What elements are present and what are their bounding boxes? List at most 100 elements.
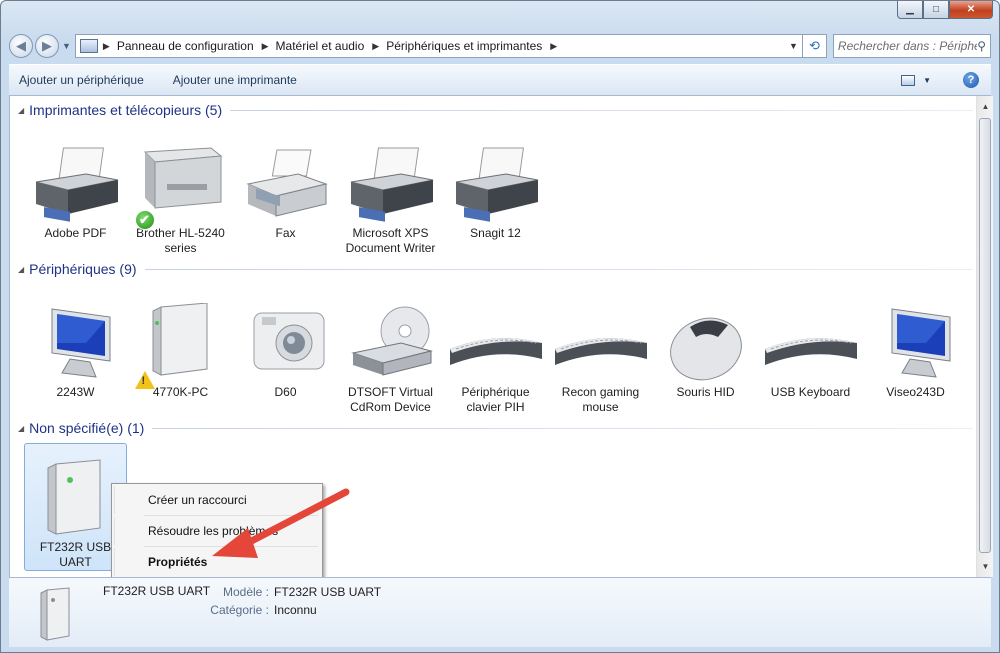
search-box[interactable]: ⚲	[832, 34, 991, 58]
group-title: Non spécifié(e) (1)	[29, 420, 145, 436]
add-printer-button[interactable]: Ajouter une imprimante	[173, 73, 297, 87]
device-item-dtsoft-cdrom[interactable]: DTSOFT Virtual CdRom Device	[338, 303, 443, 415]
caption-buttons: ▁ □ ✕	[897, 1, 993, 19]
device-label: Adobe PDF	[44, 226, 107, 240]
device-item-microsoft-xps[interactable]: Microsoft XPS Document Writer	[338, 144, 443, 256]
warning-icon: !	[134, 371, 155, 389]
device-item-4770k-pc[interactable]: ! 4770K-PC	[128, 302, 233, 400]
menu-item-properties[interactable]: Propriétés	[114, 548, 320, 576]
printer-icon	[341, 144, 441, 226]
group-header-printers[interactable]: ◢ Imprimantes et télécopieurs (5)	[10, 100, 973, 120]
usb-device-icon	[35, 586, 75, 642]
cdrom-drive-icon	[341, 303, 441, 385]
details-category-label: Catégorie :	[210, 603, 269, 617]
breadcrumb-control-panel[interactable]: Panneau de configuration	[117, 39, 254, 53]
device-label: Brother HL-5240 series	[136, 226, 225, 255]
device-label: Recon gaming mouse	[561, 385, 640, 414]
scroll-down-icon[interactable]: ▼	[977, 558, 994, 575]
device-label: USB Keyboard	[770, 385, 851, 399]
device-item-viseo243d[interactable]: Viseo243D	[863, 303, 968, 400]
device-label: Microsoft XPS Document Writer	[345, 226, 436, 255]
group-divider	[144, 268, 973, 270]
breadcrumb-hardware-sound[interactable]: Matériel et audio	[276, 39, 365, 53]
device-item-adobe-pdf[interactable]: Adobe PDF	[23, 144, 128, 241]
view-options-chevron-icon[interactable]: ▼	[923, 76, 931, 85]
device-label: D60	[274, 385, 297, 399]
device-label: Périphérique clavier PIH	[461, 385, 530, 414]
details-model-value: FT232R USB UART	[274, 585, 382, 599]
device-item-snagit[interactable]: Snagit 12	[443, 144, 548, 241]
control-panel-icon	[79, 39, 98, 53]
minimize-button[interactable]: ▁	[897, 1, 923, 19]
laser-printer-icon: ✔	[131, 144, 231, 230]
device-label: Snagit 12	[470, 226, 521, 240]
printer-icon	[446, 144, 546, 226]
vertical-scrollbar[interactable]: ▲ ▼	[976, 96, 993, 577]
device-label: Fax	[275, 226, 296, 240]
status-ok-icon: ✔	[134, 210, 155, 230]
chevron-right-icon[interactable]: ▶	[372, 41, 379, 52]
context-menu: Créer un raccourci Résoudre les problème…	[111, 483, 323, 579]
scroll-up-icon[interactable]: ▲	[977, 98, 994, 115]
keyboard-icon	[551, 303, 651, 385]
device-item-souris-hid[interactable]: Souris HID	[653, 303, 758, 400]
keyboard-icon	[761, 303, 861, 385]
keyboard-icon	[446, 303, 546, 385]
devices-printers-window: ▁ □ ✕ ◀ ▶ ▼ ▶ Panneau de configuration ▶…	[0, 0, 1000, 653]
device-item-d60[interactable]: D60	[233, 303, 338, 400]
device-label: 2243W	[56, 385, 95, 399]
camera-icon	[236, 303, 336, 385]
chevron-right-icon[interactable]: ▶	[262, 41, 269, 52]
group-header-devices[interactable]: ◢ Périphériques (9)	[10, 259, 973, 279]
recent-pages-chevron-icon[interactable]: ▼	[62, 41, 71, 51]
printer-icon	[26, 144, 126, 226]
add-device-button[interactable]: Ajouter un périphérique	[19, 73, 144, 87]
back-button[interactable]: ◀	[9, 34, 33, 58]
device-item-2243w[interactable]: 2243W	[23, 303, 128, 400]
fax-icon	[236, 144, 336, 226]
search-icon[interactable]: ⚲	[977, 39, 986, 53]
address-bar[interactable]: ▶ Panneau de configuration ▶ Matériel et…	[74, 34, 803, 58]
help-icon[interactable]: ?	[963, 72, 979, 88]
device-item-pih-keyboard[interactable]: Périphérique clavier PIH	[443, 303, 548, 415]
monitor-icon	[26, 303, 126, 385]
mouse-icon	[656, 303, 756, 385]
device-item-usb-keyboard[interactable]: USB Keyboard	[758, 303, 863, 400]
menu-item-troubleshoot[interactable]: Résoudre les problèmes	[114, 517, 320, 545]
computer-tower-icon: !	[131, 302, 231, 389]
command-bar: Ajouter un périphérique Ajouter une impr…	[9, 64, 991, 96]
collapse-triangle-icon[interactable]: ◢	[18, 106, 24, 115]
chevron-right-icon[interactable]: ▶	[103, 41, 110, 52]
scrollbar-thumb[interactable]	[979, 118, 991, 553]
device-item-recon-mouse[interactable]: Recon gaming mouse	[548, 303, 653, 415]
group-header-unspecified[interactable]: ◢ Non spécifié(e) (1)	[10, 418, 973, 438]
address-dropdown-icon[interactable]: ▼	[789, 41, 798, 51]
details-pane: FT232R USB UART Modèle : FT232R USB UART…	[9, 577, 991, 647]
menu-separator	[144, 546, 318, 547]
search-input[interactable]	[837, 39, 978, 53]
group-divider	[230, 109, 973, 111]
change-view-icon[interactable]	[901, 74, 916, 86]
forward-button[interactable]: ▶	[35, 34, 59, 58]
group-title: Imprimantes et télécopieurs (5)	[29, 102, 223, 118]
group-divider	[152, 427, 973, 429]
navigation-bar: ◀ ▶ ▼ ▶ Panneau de configuration ▶ Matér…	[9, 31, 991, 61]
chevron-right-icon[interactable]: ▶	[550, 41, 557, 52]
details-model-label: Modèle :	[222, 585, 269, 599]
device-label: Viseo243D	[886, 385, 945, 399]
menu-item-create-shortcut[interactable]: Créer un raccourci	[114, 486, 320, 514]
refresh-button[interactable]: ⟲	[802, 34, 827, 58]
collapse-triangle-icon[interactable]: ◢	[18, 424, 24, 433]
device-label: Souris HID	[676, 385, 735, 399]
details-category-value: Inconnu	[274, 603, 317, 617]
breadcrumb-devices-printers[interactable]: Périphériques et imprimantes	[386, 39, 542, 53]
collapse-triangle-icon[interactable]: ◢	[18, 265, 24, 274]
close-button[interactable]: ✕	[949, 1, 993, 19]
maximize-button[interactable]: □	[923, 1, 949, 19]
group-title: Périphériques (9)	[29, 261, 137, 277]
monitor-icon	[866, 303, 966, 385]
device-item-brother-hl-5240[interactable]: ✔ Brother HL-5240 series	[128, 144, 233, 256]
menu-separator	[144, 515, 318, 516]
device-label: DTSOFT Virtual CdRom Device	[348, 385, 433, 414]
device-item-fax[interactable]: Fax	[233, 144, 338, 241]
